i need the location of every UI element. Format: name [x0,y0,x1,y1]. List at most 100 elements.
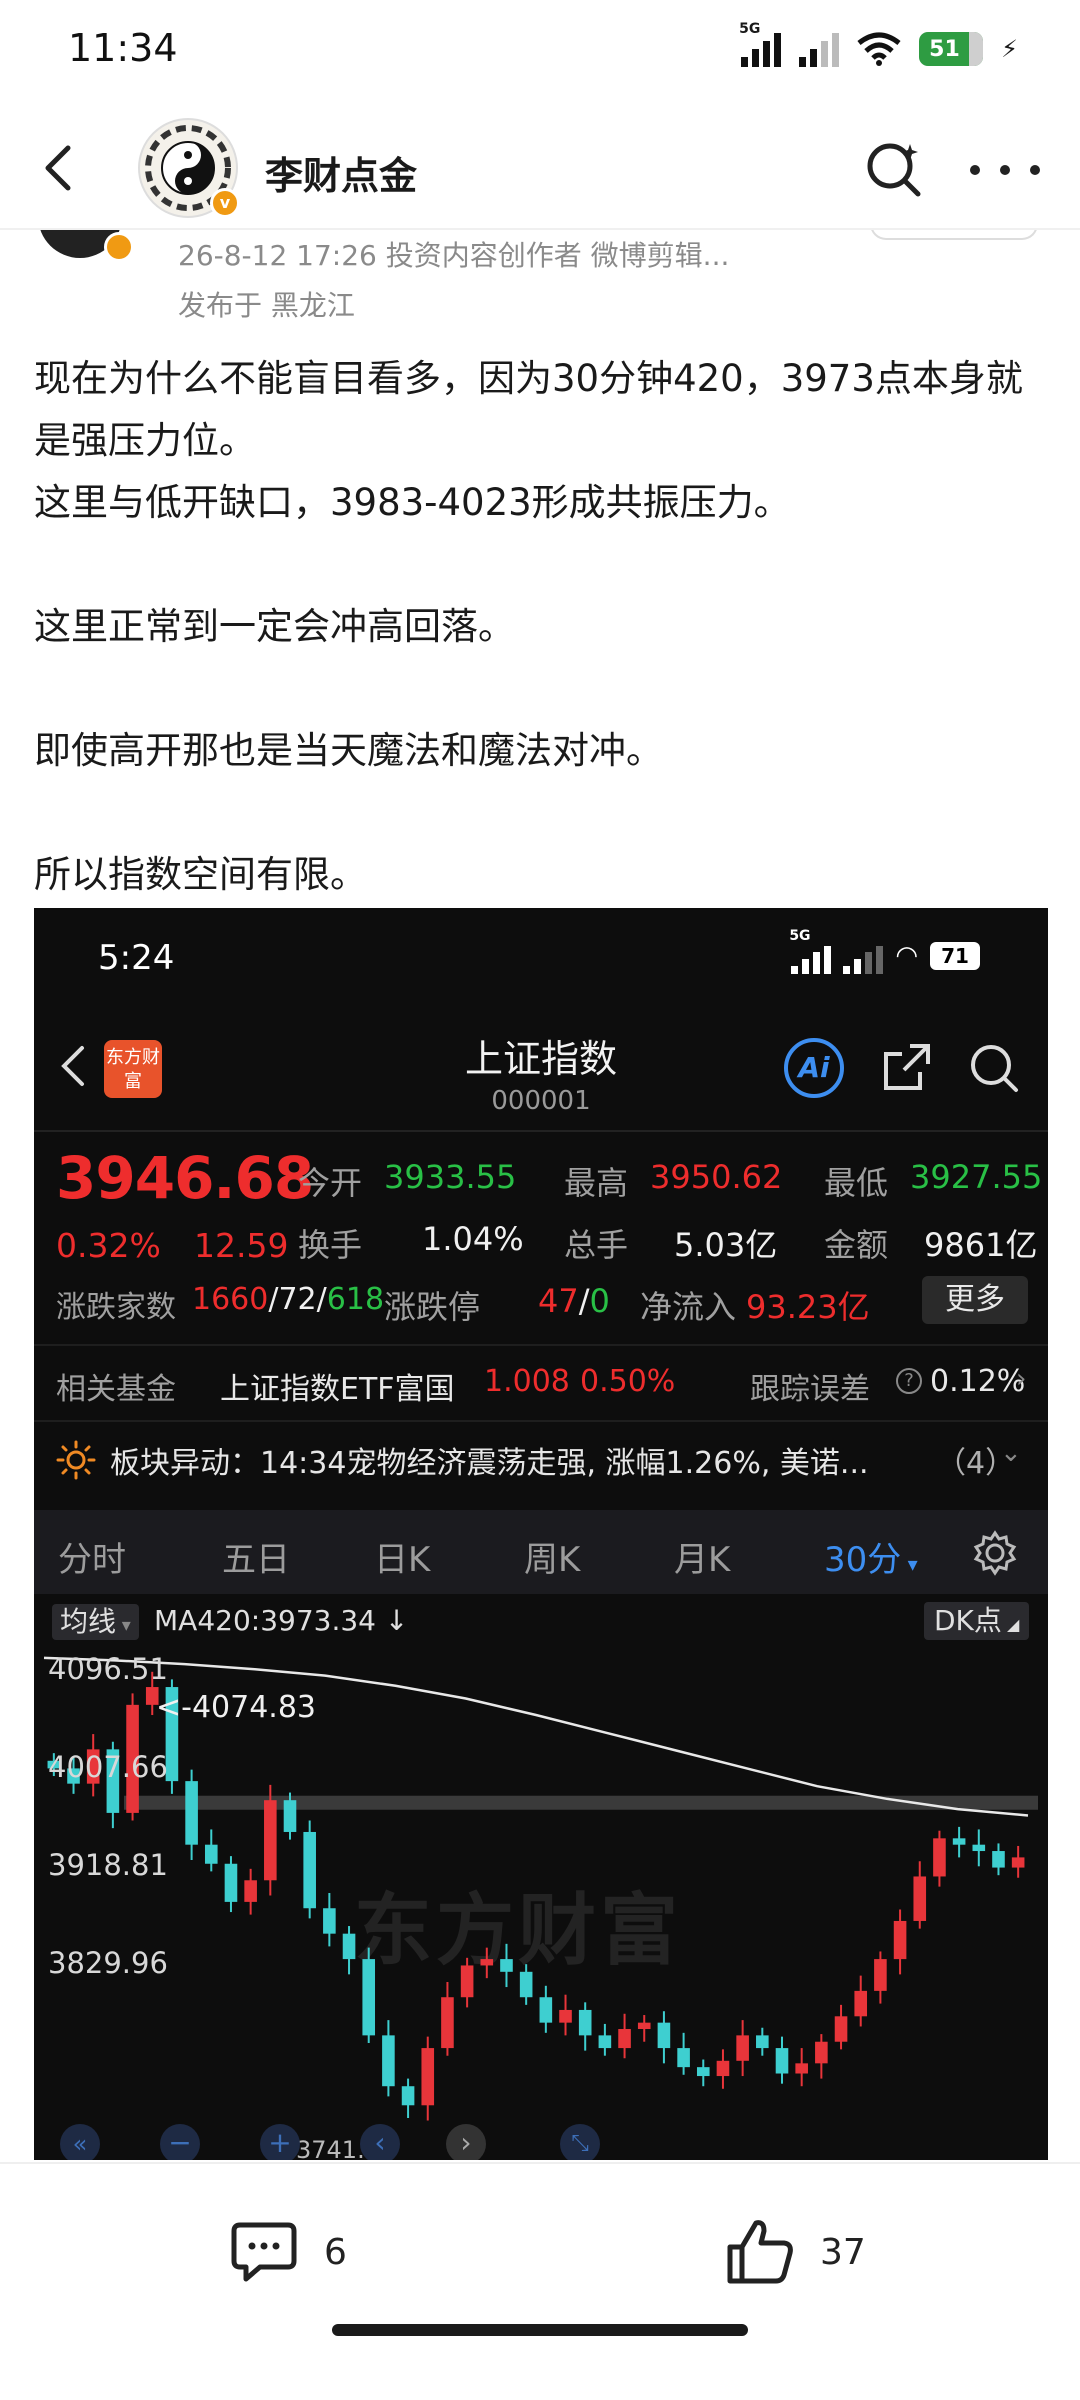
signal-icon: 5G [789,928,832,974]
volume-value: 5.03亿 [674,1226,778,1264]
signal-secondary-icon [799,31,840,67]
tab-daily: 日K [374,1540,431,1580]
candle-body [618,2029,631,2049]
y-tick: 4007.66 [48,1750,168,1784]
inflow-label: 净流入 [640,1288,737,1326]
fund-name: 上证指数ETF富国 [220,1372,455,1407]
high-value: 3950.62 [650,1158,783,1196]
post-meta: 26-8-12 17:26 投资内容创作者 微博剪辑... [178,239,730,272]
chevron-right-icon: › [446,2124,486,2160]
candle-body [401,2086,415,2106]
candle-body [952,1838,966,1845]
candle-body [460,1965,474,1998]
wifi-icon [857,32,901,66]
high-label: 最高 [564,1164,629,1202]
candle-body [303,1831,316,1909]
tracking-error-value: 0.12% [930,1364,1026,1399]
bottom-action-bar: 6 37 [0,2162,1080,2400]
candle-body [834,2016,848,2042]
candle-body [224,1863,238,1902]
comment-count: 6 [324,2231,347,2273]
candle-body [775,2048,789,2074]
breadth-values: 1660/72/618 [192,1282,385,1317]
index-price: 3946.68 [56,1144,314,1212]
inflow-value: 93.23亿 [746,1288,870,1326]
candle-body [578,2009,592,2036]
post-paragraph [34,782,1050,844]
breadth-label: 涨跌家数 [56,1290,176,1325]
candle-body [716,2060,730,2077]
candle-body [441,1997,454,2049]
author-avatar[interactable]: v [138,118,240,218]
verified-badge-icon [104,232,134,262]
author-name[interactable]: 李财点金 [265,145,417,200]
divider [34,1420,1048,1422]
search-button[interactable] [862,138,926,202]
image-status-icons: 5G ◠ 71 [789,928,980,974]
open-label: 今开 [298,1164,363,1202]
chevron-right-icon: › [1016,1364,1027,1394]
change-percent: 0.32% [56,1226,161,1265]
candle-body [795,2063,808,2074]
limit-down-count: 0 [589,1282,610,1320]
candle-body [204,1844,218,1864]
fund-label: 相关基金 [56,1372,176,1407]
turnover-value: 1.04% [422,1220,524,1258]
like-button[interactable]: 37 [724,2214,866,2290]
low-label: 最低 [824,1164,889,1202]
post-image[interactable]: 5:24 5G ◠ 71 东方财富 上证指数 000001 Ai 3946.68… [34,908,1048,2160]
expand-icon: ⤡ [560,2124,600,2160]
divider [34,1344,1048,1346]
tab-five-day: 五日 [222,1540,290,1580]
chart-header: 均线 ▾ MA420:3973.34 ↓ DK点 ◢ [34,1594,1048,1648]
comment-button[interactable]: 6 [228,2214,347,2290]
candle-body [283,1800,297,1832]
status-icons: 5G 51 ⚡ [739,21,1018,74]
candle-body [913,1876,927,1921]
y-tick: 4096.51 [48,1652,168,1686]
status-bar: 11:34 5G 51 ⚡ [0,0,1080,100]
search-icon [971,1045,1018,1092]
like-count: 37 [820,2231,866,2273]
candle-body [815,2041,828,2064]
post-paragraph: 即使高开那也是当天魔法和魔法对冲。 [34,729,663,772]
top-header: v 李财点金 [0,110,1080,230]
fund-price: 1.008 [484,1364,570,1399]
candle-body [500,1959,513,1972]
dk-button: DK点 ◢ [924,1602,1030,1640]
comment-icon [231,2222,297,2282]
post-location: 发布于 黑龙江 [178,289,355,322]
y-tick: 3918.81 [48,1848,168,1882]
turnover-label: 换手 [298,1226,363,1264]
candle-body [992,1851,1005,1868]
battery-icon: 51 [919,32,984,66]
back-button[interactable] [30,138,90,198]
wifi-icon: ◠ [895,941,918,971]
dot-icon [1000,165,1010,175]
dot-icon [970,165,980,175]
candle-body [480,1959,494,1966]
fund-change: 0.50% [580,1364,676,1399]
network-type: 5G [739,21,761,37]
more-quotes-button: 更多 [922,1276,1028,1324]
ai-icon: Ai [784,1038,844,1098]
signal-icon: 5G [739,21,782,67]
candle-body [323,1908,336,1934]
indicator-selector: 均线 ▾ [52,1604,139,1640]
candle-body [382,2035,395,2087]
up-count: 1660 [192,1282,269,1317]
volume-label: 总手 [564,1226,629,1264]
candle-body [657,2022,671,2049]
candle-body [539,1997,553,2023]
thumbs-up-icon [727,2220,793,2284]
minus-icon: − [160,2124,200,2160]
candle-body [264,1800,277,1881]
plus-icon: + [260,2124,300,2160]
more-options-button[interactable] [970,150,1040,190]
low-value: 3927.55 [910,1158,1043,1196]
peak-label: <-4074.83 [156,1690,317,1725]
post-paragraph: 这里正常到一定会冲高回落。 [34,605,515,648]
candle-body [519,1971,533,1998]
change-amount: 12.59 [194,1226,289,1265]
post-body: 现在为什么不能盲目看多，因为30分钟420，3973点本身就是强压力位。 这里与… [34,348,1050,906]
